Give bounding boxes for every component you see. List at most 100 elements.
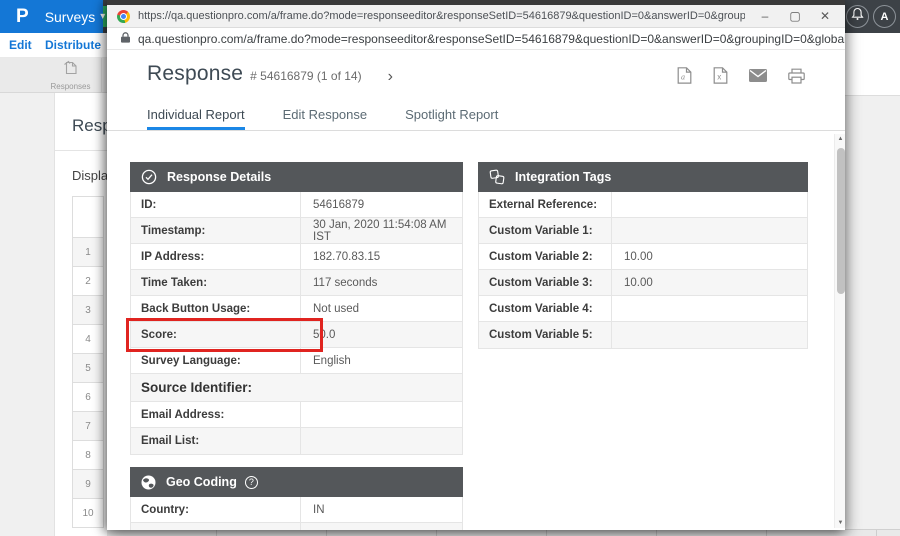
row-label: Time Taken: — [131, 270, 301, 295]
response-details-header: Response Details — [130, 162, 463, 192]
row-value: IN — [301, 497, 325, 522]
row-number-cell: 10 — [72, 499, 104, 528]
row-value: English — [301, 348, 351, 373]
table-row: External Reference: — [479, 192, 807, 218]
address-bar[interactable]: qa.questionpro.com/a/frame.do?mode=respo… — [107, 28, 845, 50]
row-value: 10.00 — [612, 270, 653, 295]
row-label: Email List: — [131, 428, 301, 454]
row-label: External Reference: — [479, 192, 612, 217]
row-value — [612, 322, 624, 348]
row-number-cell: 3 — [72, 296, 104, 325]
responses-table: 12345678910 — [72, 196, 104, 528]
menu-edit[interactable]: Edit — [9, 38, 32, 52]
user-avatar[interactable]: A — [873, 5, 896, 28]
vertical-scrollbar[interactable]: ▲ ▼ — [834, 134, 845, 528]
row-value: 10.00 — [612, 244, 653, 269]
next-response-chevron[interactable]: › — [388, 68, 393, 86]
export-actions: a x — [677, 67, 805, 84]
row-label: IP Address: — [131, 244, 301, 269]
table-row: Timestamp:30 Jan, 2020 11:54:08 AM IST — [131, 218, 462, 244]
row-value — [301, 428, 313, 454]
window-controls: – ▢ ✕ — [757, 9, 833, 23]
integration-tags-table: External Reference:Custom Variable 1:Cus… — [478, 192, 808, 349]
table-header-cell — [72, 196, 104, 238]
print-icon[interactable] — [788, 68, 805, 84]
row-label: Custom Variable 3: — [479, 270, 612, 295]
row-value — [612, 296, 624, 321]
close-button[interactable]: ✕ — [817, 9, 833, 23]
help-icon[interactable]: ? — [245, 476, 258, 489]
table-row: Custom Variable 3:10.00 — [479, 270, 807, 296]
table-row: Back Button Usage:Not used — [131, 296, 462, 322]
minimize-button[interactable]: – — [757, 9, 773, 23]
table-row: Custom Variable 4: — [479, 296, 807, 322]
scrollbar-thumb[interactable] — [837, 148, 845, 294]
chevron-down-icon[interactable]: ▾ — [100, 11, 105, 22]
row-label: Custom Variable 4: — [479, 296, 612, 321]
response-details-table: ID:54616879Timestamp:30 Jan, 2020 11:54:… — [130, 192, 463, 455]
row-value — [612, 192, 624, 217]
table-row: Survey Language:English — [131, 348, 462, 374]
row-value: 50.0 — [301, 322, 335, 347]
maximize-button[interactable]: ▢ — [787, 9, 803, 23]
row-label: ID: — [131, 192, 301, 217]
nav-surveys[interactable]: Surveys — [45, 9, 96, 25]
row-number-cell: 5 — [72, 354, 104, 383]
integration-tags-title: Integration Tags — [515, 170, 611, 184]
notifications-button[interactable] — [846, 5, 869, 28]
svg-text:x: x — [717, 73, 721, 82]
geo-coding-title: Geo Coding — [166, 475, 237, 489]
excel-export-icon[interactable]: x — [713, 67, 728, 84]
scroll-down-arrow[interactable]: ▼ — [835, 518, 845, 528]
window-title-url: https://qa.questionpro.com/a/frame.do?mo… — [138, 10, 745, 22]
tab-edit-response[interactable]: Edit Response — [283, 100, 368, 130]
row-value — [612, 218, 624, 243]
geo-coding-table: Country:INRegion:16 — [130, 497, 463, 530]
row-value: 54616879 — [301, 192, 364, 217]
row-number-cell: 7 — [72, 412, 104, 441]
row-value: 16 — [301, 523, 326, 530]
row-number-cell: 6 — [72, 383, 104, 412]
row-number-cell: 9 — [72, 470, 104, 499]
tab-individual-report[interactable]: Individual Report — [147, 100, 245, 130]
row-label: Score: — [131, 322, 301, 347]
svg-text:a: a — [681, 73, 685, 82]
check-circle-icon — [141, 169, 157, 185]
row-label: Region: — [131, 523, 301, 530]
questionpro-logo: P — [16, 6, 29, 28]
response-editor-popup: https://qa.questionpro.com/a/frame.do?mo… — [107, 0, 845, 530]
table-row: Custom Variable 5: — [479, 322, 807, 348]
row-number-cell: 2 — [72, 267, 104, 296]
row-value: Not used — [301, 296, 359, 321]
row-label: Country: — [131, 497, 301, 522]
menu-distribute[interactable]: Distribute — [45, 38, 101, 52]
responses-document-icon — [62, 60, 79, 81]
popup-content: Response # 54616879 (1 of 14) › a x — [107, 50, 845, 530]
table-row: ID:54616879 — [131, 192, 462, 218]
row-label: Timestamp: — [131, 218, 301, 243]
address-url: qa.questionpro.com/a/frame.do?mode=respo… — [138, 32, 845, 46]
row-number-cell: 8 — [72, 441, 104, 470]
response-details-title: Response Details — [167, 170, 271, 184]
lock-icon[interactable] — [121, 30, 130, 48]
row-label: Source Identifier: — [131, 374, 252, 401]
response-meta: # 54616879 (1 of 14) — [250, 69, 361, 83]
row-number-cell: 4 — [72, 325, 104, 354]
brand-header: P Surveys ▾ — [0, 0, 103, 33]
integration-tags-icon — [489, 169, 505, 185]
globe-icon — [141, 475, 156, 490]
table-row: Email Address: — [131, 402, 462, 428]
pdf-export-icon[interactable]: a — [677, 67, 692, 84]
geo-coding-panel: Geo Coding ? Country:INRegion:16 — [130, 467, 463, 530]
row-label: Email Address: — [131, 402, 301, 427]
toolbar-tab-label: Responses — [50, 82, 90, 91]
row-value — [301, 402, 313, 427]
row-label: Custom Variable 2: — [479, 244, 612, 269]
geo-coding-header: Geo Coding ? — [130, 467, 463, 497]
email-icon[interactable] — [749, 69, 767, 82]
window-titlebar[interactable]: https://qa.questionpro.com/a/frame.do?mo… — [107, 5, 845, 28]
row-label: Survey Language: — [131, 348, 301, 373]
toolbar-tab-responses[interactable]: Responses — [40, 58, 102, 93]
tab-spotlight-report[interactable]: Spotlight Report — [405, 100, 498, 130]
scroll-up-arrow[interactable]: ▲ — [835, 134, 845, 144]
